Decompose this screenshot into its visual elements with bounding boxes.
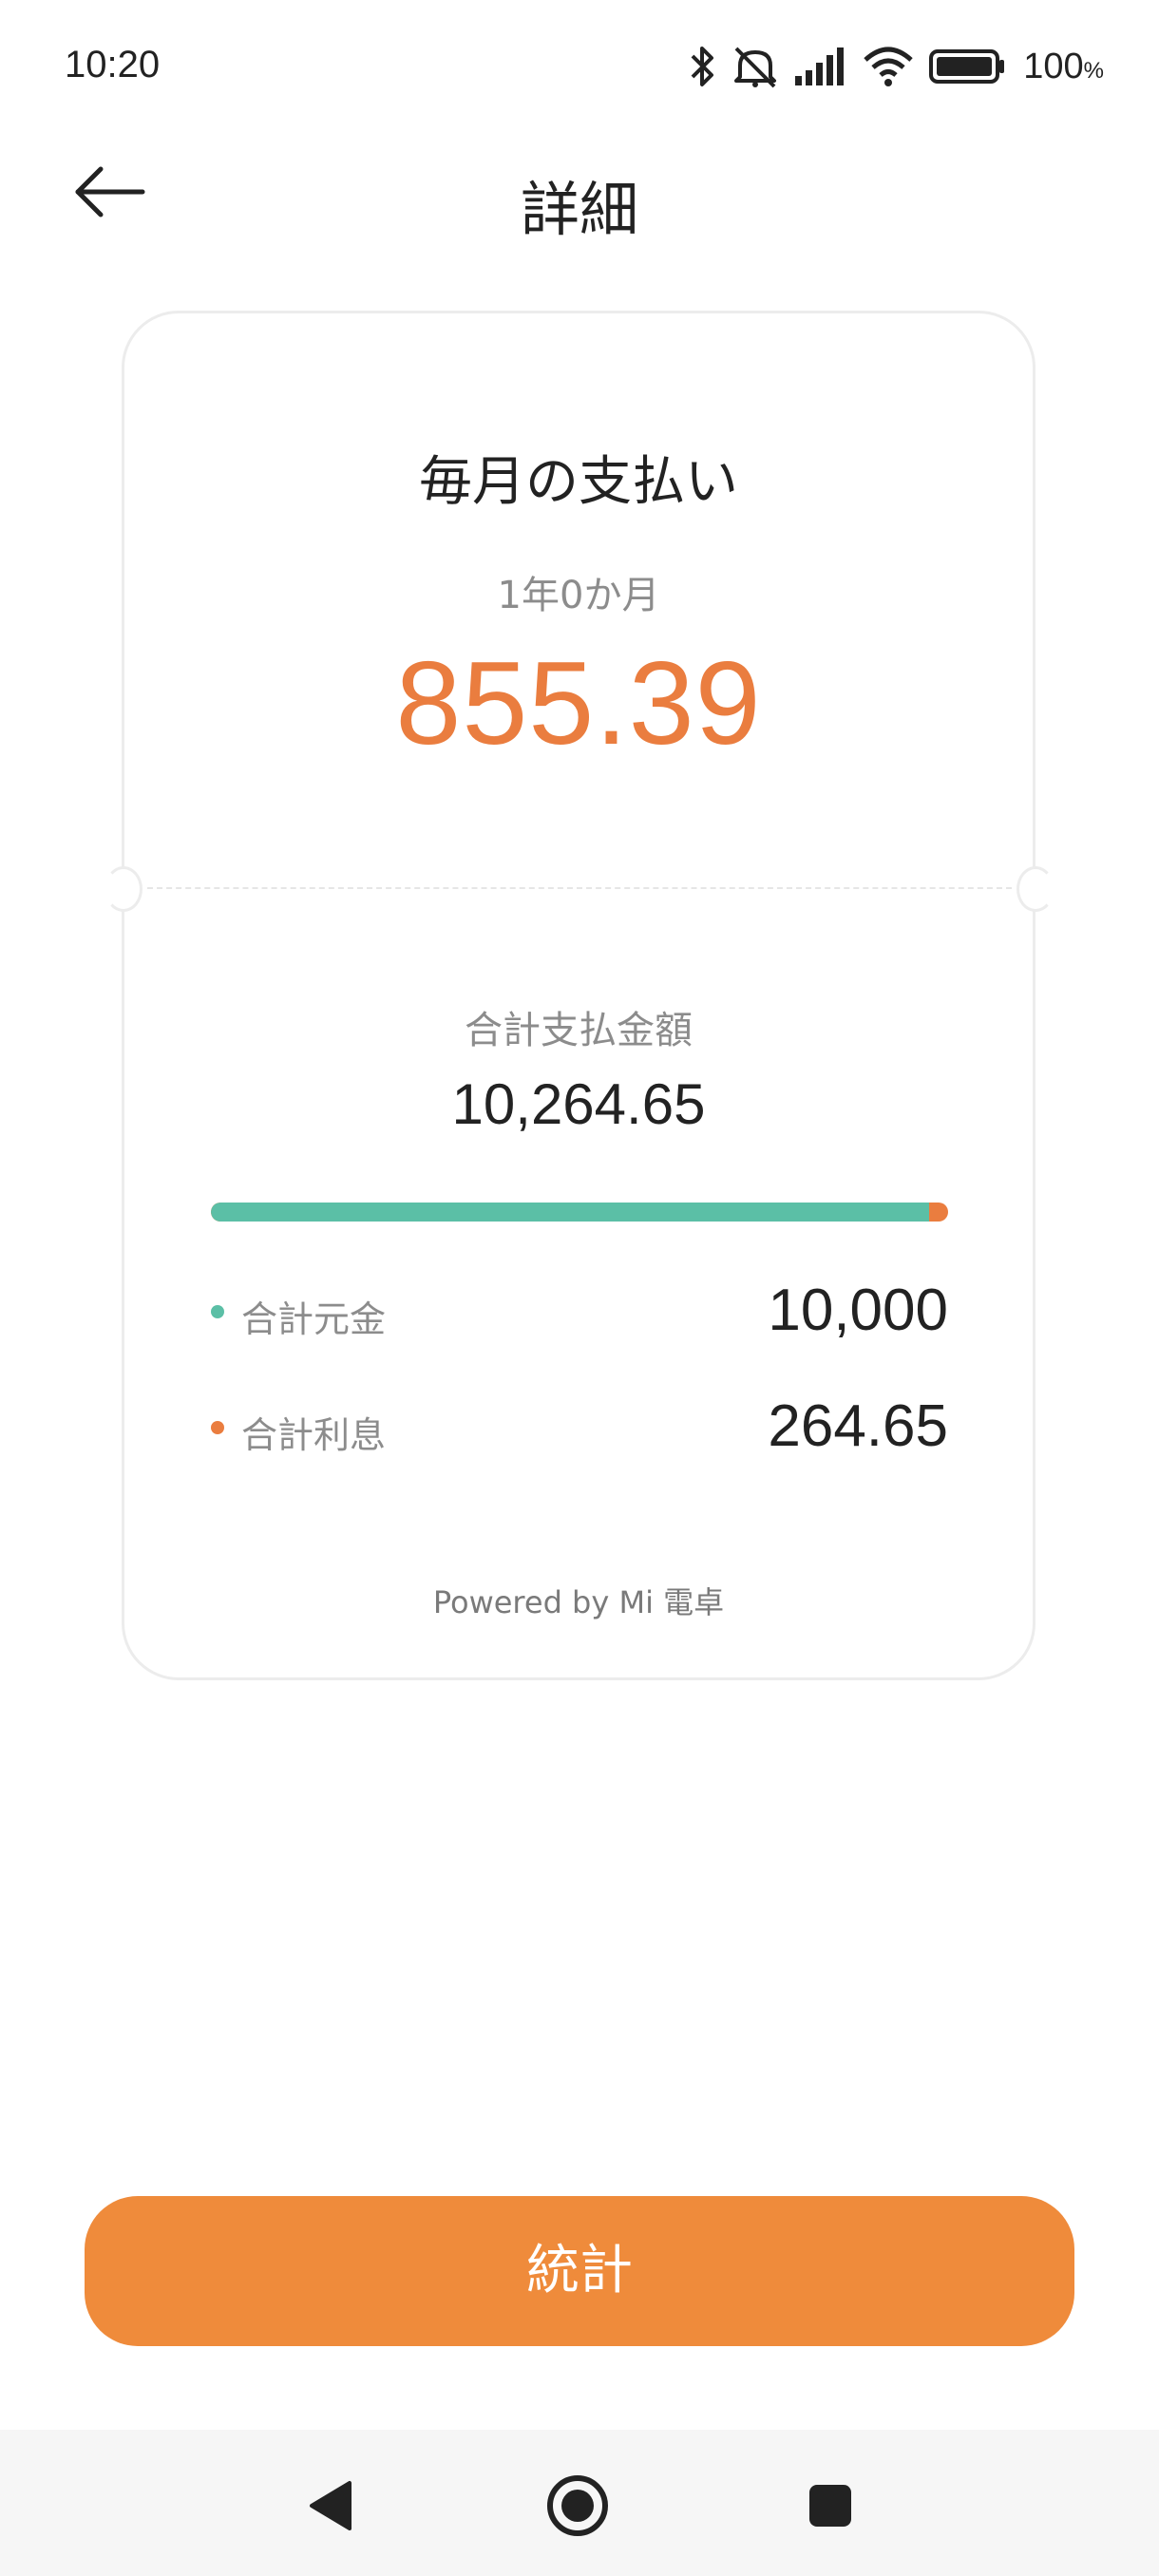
loan-period: 1年0か月 (497, 574, 660, 617)
page-title: 詳細 (520, 175, 638, 244)
nav-recents-button[interactable] (792, 2468, 868, 2544)
legend-principal: 合計元金 10,000 (211, 1273, 948, 1349)
total-payment-label: 合計支払金額 (465, 1009, 693, 1052)
interest-value: 264.65 (768, 1393, 948, 1459)
wifi-icon (864, 47, 913, 86)
principal-dot (211, 1305, 224, 1318)
nav-back-button[interactable] (293, 2468, 369, 2544)
card-divider (147, 887, 1012, 889)
battery-percent: 100% (1023, 46, 1104, 86)
summary-card (122, 311, 1036, 1680)
principal-interest-ratio-bar (211, 1203, 948, 1222)
mute-icon (734, 47, 777, 88)
principal-ratio-fill (211, 1203, 929, 1222)
principal-value: 10,000 (768, 1278, 948, 1343)
powered-by-text: Powered by Mi 電卓 (432, 1584, 725, 1620)
principal-label: 合計元金 (241, 1298, 387, 1340)
stats-button[interactable]: 統計 (85, 2196, 1074, 2346)
nav-home-button[interactable] (540, 2468, 616, 2544)
bluetooth-icon (691, 47, 714, 86)
status-bar: 10:20 100% (0, 0, 1159, 133)
nav-recents-icon (809, 2485, 851, 2527)
legend-interest: 合計利息 264.65 (211, 1389, 948, 1465)
interest-dot (211, 1421, 224, 1434)
battery-icon (929, 49, 1005, 84)
interest-label: 合計利息 (241, 1414, 387, 1456)
header: 詳細 (0, 142, 1159, 256)
nav-back-icon (310, 2481, 352, 2530)
card-notch-left (104, 866, 142, 912)
signal-icon (795, 47, 845, 85)
card-notch-right (1016, 866, 1054, 912)
system-nav-bar (0, 2430, 1159, 2576)
monthly-payment-label: 毎月の支払い (419, 451, 738, 513)
monthly-payment-amount: 855.39 (395, 638, 762, 769)
total-payment-amount: 10,264.65 (451, 1072, 706, 1136)
status-icons: 100% (689, 42, 1104, 91)
status-time: 10:20 (65, 44, 161, 85)
nav-home-icon (547, 2475, 608, 2536)
